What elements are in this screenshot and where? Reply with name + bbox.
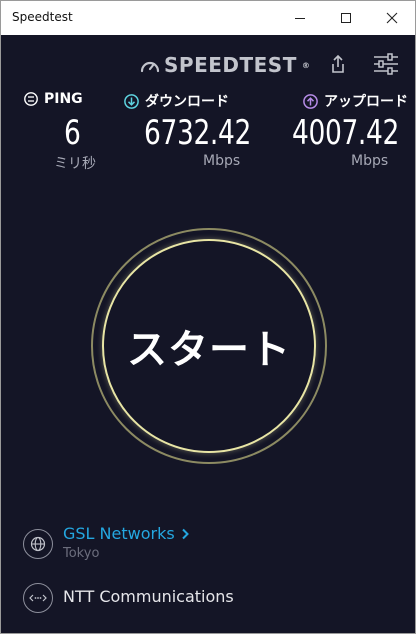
download-label-text: ダウンロード (145, 94, 229, 110)
chevron-right-icon (181, 528, 189, 539)
ping-icon (24, 92, 38, 106)
start-label: スタート (127, 327, 291, 373)
settings-button[interactable] (373, 53, 399, 79)
server-link-icon (29, 594, 47, 602)
server-icon-badge[interactable] (23, 583, 53, 613)
download-label: ダウンロード (124, 91, 229, 111)
ping-label: PING (24, 91, 83, 107)
share-button[interactable] (328, 53, 348, 79)
title-bar[interactable]: Speedtest (1, 1, 415, 35)
server-name[interactable]: NTT Communications (63, 587, 234, 606)
ping-unit: ミリ秒 (54, 156, 96, 172)
maximize-icon (341, 13, 351, 23)
isp-link[interactable]: GSL Networks (63, 524, 189, 543)
logo-text: SPEEDTEST (164, 53, 297, 77)
upload-value: 4007.42 (292, 113, 399, 153)
upload-label: アップロード (303, 91, 408, 111)
close-icon (386, 12, 398, 24)
upload-unit: Mbps (351, 153, 389, 169)
window-title: Speedtest (12, 10, 73, 24)
upload-label-text: アップロード (324, 94, 408, 110)
app-window: Speedtest SPEEDTEST ® PING 6 ミリ秒 ダウンロード … (0, 0, 416, 634)
globe-icon (30, 536, 46, 552)
upload-arrow-icon (303, 93, 318, 109)
start-button[interactable]: スタート (102, 239, 316, 453)
logo-trademark: ® (301, 60, 311, 70)
ping-label-text: PING (44, 91, 83, 107)
settings-sliders-icon (374, 53, 398, 75)
gauge-icon (140, 61, 160, 73)
minimize-button[interactable] (277, 1, 323, 35)
close-button[interactable] (369, 1, 415, 35)
start-button-area: スタート (91, 228, 327, 464)
share-icon (332, 54, 344, 73)
download-value: 6732.42 (144, 113, 251, 153)
isp-icon-badge (23, 529, 53, 559)
download-unit: Mbps (203, 153, 241, 169)
maximize-button[interactable] (323, 1, 369, 35)
speedtest-main-panel: SPEEDTEST ® PING 6 ミリ秒 ダウンロード 6732.42 Mb… (1, 35, 415, 633)
isp-location: Tokyo (63, 546, 100, 561)
download-arrow-icon (124, 93, 139, 109)
ping-value: 6 (64, 113, 81, 153)
isp-name-text: GSL Networks (63, 524, 175, 543)
speedtest-logo: SPEEDTEST ® (140, 53, 310, 77)
minimize-icon (295, 18, 305, 19)
